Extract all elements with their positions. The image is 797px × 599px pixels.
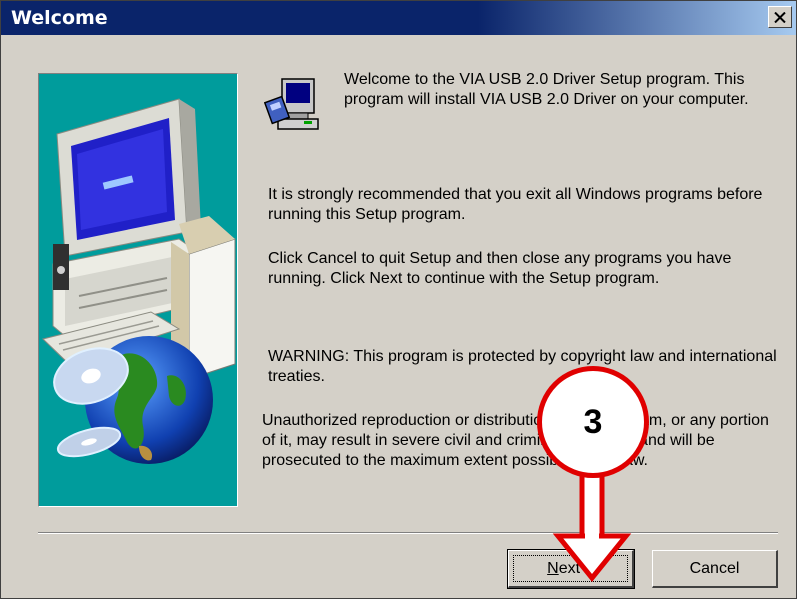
recommend-text: It is strongly recommended that you exit… [268, 186, 763, 223]
setup-computer-icon [264, 78, 319, 130]
instructions-text: Click Cancel to quit Setup and then clos… [268, 250, 732, 287]
window-title: Welcome [11, 7, 108, 29]
globe-illustration [53, 336, 213, 464]
legal-text: Unauthorized reproduction or distributio… [262, 412, 769, 469]
step-callout: 3 [537, 366, 649, 478]
separator-line [38, 532, 778, 534]
warning-text: WARNING: This program is protected by co… [268, 348, 777, 385]
intro-text: Welcome to the VIA USB 2.0 Driver Setup … [344, 71, 749, 108]
step-number: 3 [583, 402, 603, 441]
wizard-illustration-panel [38, 73, 238, 507]
close-button[interactable] [768, 6, 792, 28]
close-icon [774, 11, 786, 23]
annotation-arrow [552, 470, 632, 582]
cancel-button[interactable]: Cancel [652, 550, 778, 588]
setup-dialog: Welcome Welcome to the VIA USB 2.0 Drive… [0, 0, 797, 599]
title-bar[interactable]: Welcome [1, 1, 796, 35]
